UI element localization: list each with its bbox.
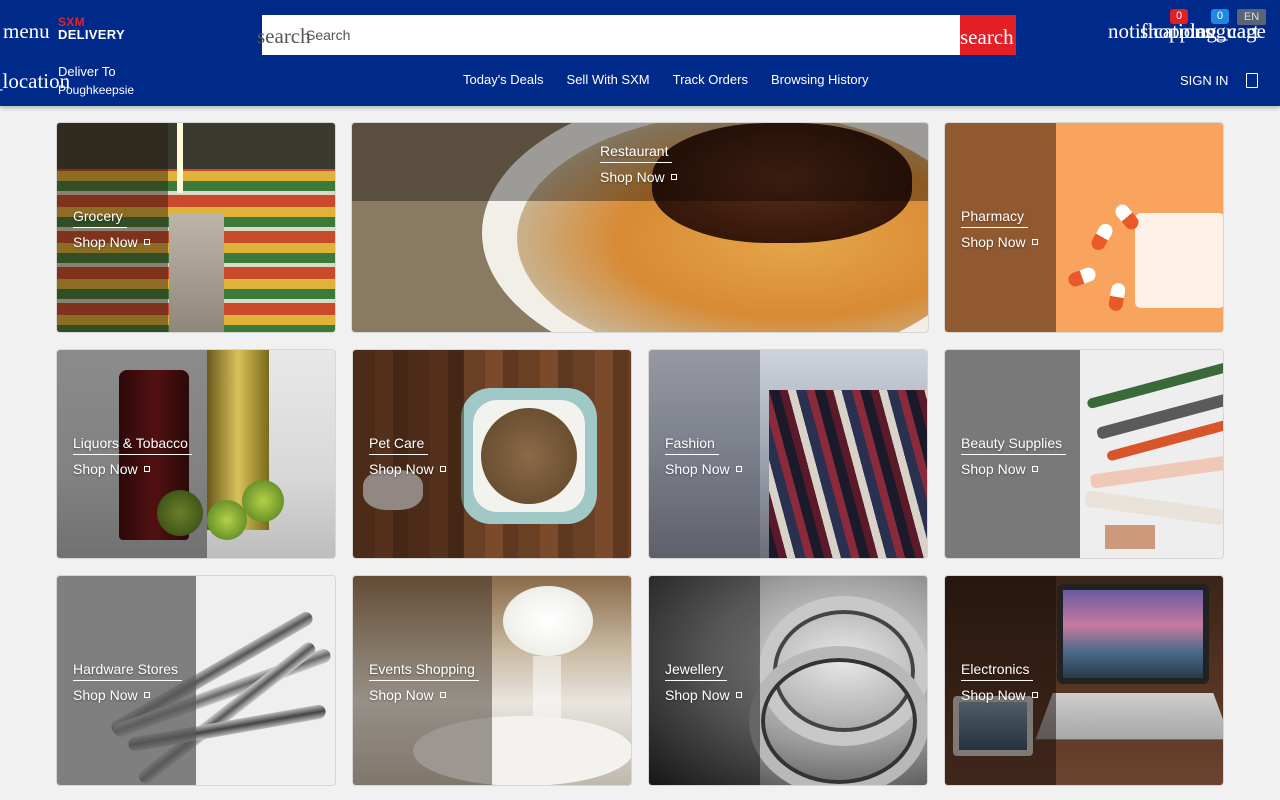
shop-now-link[interactable]: Shop Now	[665, 686, 742, 704]
category-tile-electronics[interactable]: Electronics Shop Now	[945, 576, 1223, 785]
search-input[interactable]	[262, 15, 960, 55]
arrow-square-icon	[143, 239, 150, 245]
grocery-caption: Grocery Shop Now	[73, 207, 150, 251]
shop-now-link[interactable]: Shop Now	[961, 686, 1038, 704]
shop-now-link[interactable]: Shop Now	[73, 233, 150, 251]
deliver-to[interactable]: Deliver To Poughkeepsie	[58, 63, 134, 99]
category-name: Beauty Supplies	[961, 434, 1067, 455]
category-name: Jewellery	[665, 660, 728, 681]
nav-browsing-history[interactable]: Browsing History	[771, 72, 869, 88]
shop-now-label: Shop Now	[961, 687, 1026, 703]
arrow-square-icon	[439, 466, 446, 472]
category-tile-pet-care[interactable]: Pet Care Shop Now	[353, 350, 631, 558]
shop-now-link[interactable]: Shop Now	[369, 686, 479, 704]
fashion-caption: Fashion Shop Now	[665, 434, 742, 478]
category-tile-hardware-stores[interactable]: Hardware Stores Shop Now	[57, 576, 335, 785]
category-name: Grocery	[73, 207, 127, 228]
category-tile-jewellery[interactable]: Jewellery Shop Now	[649, 576, 927, 785]
category-tile-events-shopping[interactable]: Events Shopping Shop Now	[353, 576, 631, 785]
category-tile-beauty-supplies[interactable]: Beauty Supplies Shop Now	[945, 350, 1223, 558]
arrow-square-icon	[1031, 692, 1038, 698]
main-nav: Today's Deals Sell With SXM Track Orders…	[463, 72, 869, 88]
pharmacy-caption: Pharmacy Shop Now	[961, 207, 1038, 251]
category-name: Events Shopping	[369, 660, 479, 681]
sign-in-link[interactable]: SIGN IN	[1180, 73, 1228, 89]
liquors-caption: Liquors & Tobacco Shop Now	[73, 434, 192, 478]
shop-now-link[interactable]: Shop Now	[73, 686, 182, 704]
category-tile-restaurant[interactable]: Restaurant Shop Now	[352, 123, 928, 332]
beauty-caption: Beauty Supplies Shop Now	[961, 434, 1067, 478]
shop-now-label: Shop Now	[73, 461, 138, 477]
notifications-count-badge: 0	[1170, 9, 1188, 24]
shop-now-label: Shop Now	[369, 461, 434, 477]
shop-now-link[interactable]: Shop Now	[73, 460, 192, 478]
category-tile-fashion[interactable]: Fashion Shop Now	[649, 350, 927, 558]
category-name: Restaurant	[600, 142, 673, 163]
arrow-square-icon	[143, 466, 150, 472]
shop-now-link[interactable]: Shop Now	[369, 460, 446, 478]
cart-count-badge: 0	[1211, 9, 1229, 24]
shop-now-label: Shop Now	[665, 461, 730, 477]
deliver-city: Poughkeepsie	[58, 83, 135, 97]
shop-now-label: Shop Now	[961, 461, 1026, 477]
shop-now-label: Shop Now	[73, 687, 138, 703]
logo-line-2: DELIVERY	[58, 27, 125, 42]
category-tile-grocery[interactable]: Grocery Shop Now	[57, 123, 335, 332]
arrow-square-icon	[1031, 466, 1038, 472]
search-button[interactable]: search	[960, 15, 1016, 55]
nav-track-orders[interactable]: Track Orders	[673, 72, 748, 88]
category-name: Liquors & Tobacco	[73, 434, 192, 455]
nav-sell-with-sxm[interactable]: Sell With SXM	[567, 72, 650, 88]
sxm-delivery-logo[interactable]: SXM DELIVERY	[58, 16, 125, 41]
shop-now-label: Shop Now	[961, 234, 1026, 250]
category-tile-liquors-tobacco[interactable]: Liquors & Tobacco Shop Now	[57, 350, 335, 558]
events-caption: Events Shopping Shop Now	[369, 660, 479, 704]
arrow-square-icon	[735, 692, 742, 698]
shop-now-label: Shop Now	[665, 687, 730, 703]
menu-icon[interactable]: menu	[3, 21, 50, 42]
shop-now-label: Shop Now	[73, 234, 138, 250]
category-name: Hardware Stores	[73, 660, 183, 681]
shop-now-label: Shop Now	[600, 169, 665, 185]
restaurant-caption: Restaurant Shop Now	[600, 142, 677, 186]
arrow-square-icon	[439, 692, 446, 698]
arrow-square-icon	[670, 174, 677, 180]
arrow-square-icon	[1031, 239, 1038, 245]
pet-care-caption: Pet Care Shop Now	[369, 434, 446, 478]
category-name: Pharmacy	[961, 207, 1029, 228]
shop-now-link[interactable]: Shop Now	[600, 168, 677, 186]
nav-todays-deals[interactable]: Today's Deals	[463, 72, 544, 88]
shop-now-link[interactable]: Shop Now	[961, 460, 1066, 478]
category-name: Pet Care	[369, 434, 429, 455]
arrow-square-icon	[143, 692, 150, 698]
shop-now-label: Shop Now	[369, 687, 434, 703]
search-icon: search	[257, 24, 311, 48]
deliver-label: Deliver To	[58, 64, 116, 79]
electronics-caption: Electronics Shop Now	[961, 660, 1038, 704]
category-name: Fashion	[665, 434, 719, 455]
user-icon[interactable]	[1246, 73, 1258, 88]
category-tile-pharmacy[interactable]: Pharmacy Shop Now	[945, 123, 1223, 332]
language-code-badge[interactable]: EN	[1237, 9, 1266, 25]
category-name: Electronics	[961, 660, 1034, 681]
jewellery-caption: Jewellery Shop Now	[665, 660, 742, 704]
arrow-square-icon	[735, 466, 742, 472]
shop-now-link[interactable]: Shop Now	[665, 460, 742, 478]
shop-now-link[interactable]: Shop Now	[961, 233, 1038, 251]
top-header: menu SXM DELIVERY search search notifica…	[0, 0, 1280, 106]
hardware-caption: Hardware Stores Shop Now	[73, 660, 183, 704]
